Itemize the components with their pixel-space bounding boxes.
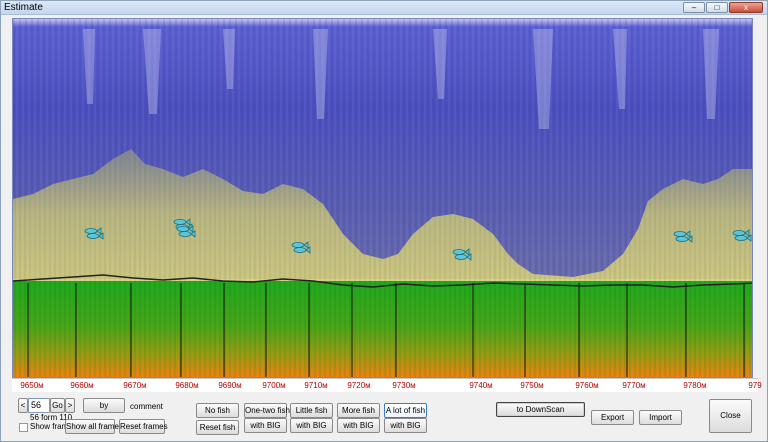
comment-label: comment [130, 402, 163, 411]
show-frame-checkbox[interactable] [19, 423, 28, 432]
scale-tick-label: 9780м [683, 381, 707, 390]
import-button[interactable]: Import [639, 410, 682, 425]
little-fish-with-big-button[interactable]: with BIG [290, 418, 333, 433]
no-fish-button[interactable]: No fish [196, 403, 239, 418]
a-lot-of-fish-button[interactable]: A lot of fish [384, 403, 427, 418]
fish-icon[interactable] [84, 227, 104, 240]
scale-tick-label: 9690м [218, 381, 242, 390]
reset-fish-button[interactable]: Reset fish [196, 420, 239, 435]
close-button[interactable]: Close [709, 399, 752, 433]
little-fish-button[interactable]: Little fish [290, 403, 333, 418]
sonar-image[interactable] [12, 18, 753, 378]
go-button[interactable]: Go [50, 398, 65, 413]
scale-tick-label: 9730м [392, 381, 416, 390]
window-close-button[interactable]: x [729, 2, 763, 13]
scale-tick-label: 9760м [575, 381, 599, 390]
fish-icon[interactable] [176, 225, 196, 238]
next-frame-button[interactable]: > [65, 398, 75, 413]
title-bar: Estimate – □ x [1, 1, 767, 15]
scale-tick-label: 9660м [70, 381, 94, 390]
frame-number-input[interactable]: 56 [28, 398, 50, 413]
bottom-texture [13, 281, 752, 377]
more-fish-button[interactable]: More fish [337, 403, 380, 418]
reset-frames-button[interactable]: Reset frames [119, 419, 168, 434]
scale-tick-label: 9700м [262, 381, 286, 390]
fish-icon[interactable] [291, 241, 311, 254]
one-two-fish-with-big-button[interactable]: with BIG [244, 418, 287, 433]
prev-frame-button[interactable]: < [18, 398, 28, 413]
scale-tick-label: 9710м [304, 381, 328, 390]
estimate-window: Estimate – □ x 9650м 9660м 9670м 9680м 9… [0, 0, 768, 442]
scale-tick-label: 9750м [520, 381, 544, 390]
scale-tick-label: 979 [748, 381, 762, 390]
scale-tick-label: 9770м [622, 381, 646, 390]
sonar-canvas[interactable] [13, 19, 753, 378]
scale-tick-label: 9680м [175, 381, 199, 390]
fish-icon[interactable] [452, 248, 472, 261]
scale-tick-label: 9670м [123, 381, 147, 390]
fish-icon[interactable] [673, 230, 693, 243]
to-downscan-button[interactable]: to DownScan [496, 402, 585, 417]
distance-scale: 9650м 9660м 9670м 9680м 9690м 9700м 9710м 9720м… [12, 378, 762, 392]
more-fish-with-big-button[interactable]: with BIG [337, 418, 380, 433]
a-lot-of-fish-with-big-button[interactable]: with BIG [384, 418, 427, 433]
fish-icon[interactable] [732, 229, 752, 242]
export-button[interactable]: Export [591, 410, 634, 425]
scale-tick-label: 9650м [20, 381, 44, 390]
maximize-button[interactable]: □ [706, 2, 728, 13]
minimize-button[interactable]: – [683, 2, 705, 13]
one-two-fish-button[interactable]: One-two fish [244, 403, 290, 418]
window-title: Estimate [4, 2, 43, 13]
scale-tick-label: 9740м [469, 381, 493, 390]
show-all-frames-button[interactable]: Show all frames [65, 419, 123, 434]
scale-tick-label: 9720м [347, 381, 371, 390]
by-button[interactable]: by [83, 398, 125, 413]
